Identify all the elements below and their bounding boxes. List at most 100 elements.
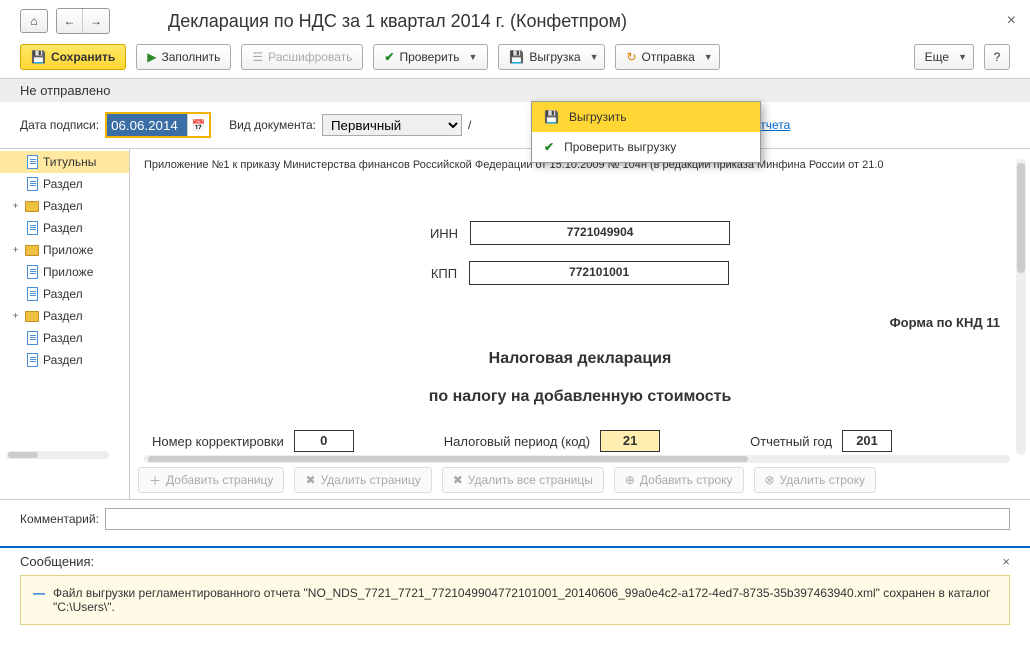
file-icon (25, 265, 39, 279)
inn-field[interactable]: 7721049904 (470, 221, 730, 245)
del-page-button[interactable]: ✖Удалить страницу (294, 467, 431, 493)
period-field[interactable]: 21 (600, 430, 660, 452)
sign-date-label: Дата подписи: (20, 118, 99, 132)
add-row-button[interactable]: ⊕Добавить строку (614, 467, 744, 493)
file-icon (25, 221, 39, 235)
caret-down-icon: ▼ (590, 52, 599, 62)
check-doc-icon: ✔ (544, 140, 554, 154)
expand-icon[interactable]: + (10, 311, 21, 322)
declaration-title1: Налоговая декларация (144, 350, 1016, 368)
tree-item-8[interactable]: Раздел (0, 327, 129, 349)
slash: / (468, 118, 471, 132)
messages-header: Сообщения: (20, 554, 94, 569)
export-menu-item[interactable]: 💾Выгрузить (532, 102, 760, 132)
check-export-menu-item[interactable]: ✔Проверить выгрузку (532, 132, 760, 162)
message-text: Файл выгрузки регламентированного отчета… (53, 586, 997, 614)
arrow-right-icon: → (90, 14, 102, 28)
tree-item-9[interactable]: Раздел (0, 349, 129, 371)
correction-field[interactable]: 0 (294, 430, 354, 452)
tree-item-label: Приложе (43, 265, 93, 279)
export-button[interactable]: 💾Выгрузка▼ (498, 44, 605, 70)
tree-item-7[interactable]: + Раздел (0, 305, 129, 327)
file-icon (25, 287, 39, 301)
save-button[interactable]: 💾Сохранить (20, 44, 126, 70)
tree-item-1[interactable]: Раздел (0, 173, 129, 195)
inn-label: ИНН (430, 226, 458, 241)
doc-type-label: Вид документа: (229, 118, 316, 132)
tree-item-label: Приложе (43, 243, 93, 257)
calendar-icon: 📅 (192, 120, 206, 132)
message-item: — Файл выгрузки регламентированного отче… (20, 575, 1010, 625)
file-icon (25, 331, 39, 345)
tree-item-0[interactable]: Титульны (0, 151, 129, 173)
tree-item-label: Раздел (43, 309, 83, 323)
calendar-button[interactable]: 📅 (187, 114, 209, 136)
tree-item-6[interactable]: Раздел (0, 283, 129, 305)
caret-down-icon: ▼ (468, 52, 477, 62)
period-label: Налоговый период (код) (444, 434, 590, 449)
disk-icon: 💾 (544, 110, 559, 124)
expand-icon[interactable]: + (10, 245, 21, 256)
file-icon (25, 177, 39, 191)
caret-down-icon: ▼ (704, 52, 713, 62)
del-all-pages-button[interactable]: ✖Удалить все страницы (442, 467, 604, 493)
send-button[interactable]: ↻Отправка▼ (615, 44, 719, 70)
comment-input[interactable] (105, 508, 1010, 530)
folder-icon (25, 309, 39, 323)
year-label: Отчетный год (750, 434, 832, 449)
tree-item-label: Титульны (43, 155, 96, 169)
x-icon: ✖ (305, 473, 315, 487)
year-field[interactable]: 201 (842, 430, 892, 452)
home-button[interactable]: ⌂ (20, 9, 48, 33)
declaration-title2: по налогу на добавленную стоимость (144, 388, 1016, 406)
tree-item-label: Раздел (43, 199, 83, 213)
tree-item-5[interactable]: Приложе (0, 261, 129, 283)
add-page-button[interactable]: ＋Добавить страницу (138, 467, 284, 493)
page-title: Декларация по НДС за 1 квартал 2014 г. (… (168, 11, 627, 32)
collapse-icon[interactable]: — (33, 586, 45, 614)
decode-button[interactable]: ☰Расшифровать (241, 44, 363, 70)
folder-icon (25, 243, 39, 257)
close-button[interactable]: × (1007, 12, 1016, 30)
doc-type-select[interactable]: Первичный (322, 114, 462, 136)
folder-icon (25, 199, 39, 213)
send-icon: ↻ (626, 50, 636, 64)
doc-vscrollbar[interactable] (1016, 159, 1026, 455)
document-area: Приложение №1 к приказу Министерства фин… (130, 149, 1030, 499)
x-icon: ✖ (453, 473, 463, 487)
back-button[interactable]: ← (57, 9, 83, 33)
x-circle-icon: ⊗ (765, 473, 775, 487)
forward-button[interactable]: → (83, 9, 109, 33)
file-icon (25, 353, 39, 367)
fill-button[interactable]: ▶Заполнить (136, 44, 231, 70)
arrow-left-icon: ← (64, 14, 76, 28)
file-icon (25, 155, 39, 169)
del-row-button[interactable]: ⊗Удалить строку (754, 467, 876, 493)
knd-label: Форма по КНД 11 (144, 315, 1016, 330)
messages-close[interactable]: × (1002, 554, 1010, 569)
correction-label: Номер корректировки (152, 434, 284, 449)
tree-item-3[interactable]: Раздел (0, 217, 129, 239)
tree-item-label: Раздел (43, 221, 83, 235)
tree-scrollbar[interactable] (6, 451, 109, 459)
list-icon: ☰ (252, 50, 263, 64)
comment-label: Комментарий: (20, 512, 99, 526)
tree-item-label: Раздел (43, 287, 83, 301)
tree-item-4[interactable]: + Приложе (0, 239, 129, 261)
sections-tree: ТитульныРаздел+РазделРаздел+ПриложеПрило… (0, 149, 130, 499)
more-button[interactable]: Еще▼ (914, 44, 974, 70)
kpp-label: КПП (431, 266, 457, 281)
plus-circle-icon: ⊕ (625, 473, 635, 487)
kpp-field[interactable]: 772101001 (469, 261, 729, 285)
help-button[interactable]: ? (984, 44, 1010, 70)
check-icon: ✔ (384, 50, 394, 64)
expand-icon[interactable]: + (10, 201, 21, 212)
disk-icon: 💾 (31, 50, 46, 64)
disk-arrow-icon: 💾 (509, 50, 524, 64)
export-dropdown: 💾Выгрузить ✔Проверить выгрузку (531, 101, 761, 163)
play-icon: ▶ (147, 50, 156, 64)
tree-item-2[interactable]: + Раздел (0, 195, 129, 217)
check-button[interactable]: ✔Проверить▼ (373, 44, 488, 70)
plus-icon: ＋ (149, 472, 161, 489)
sign-date-input[interactable] (107, 114, 187, 136)
